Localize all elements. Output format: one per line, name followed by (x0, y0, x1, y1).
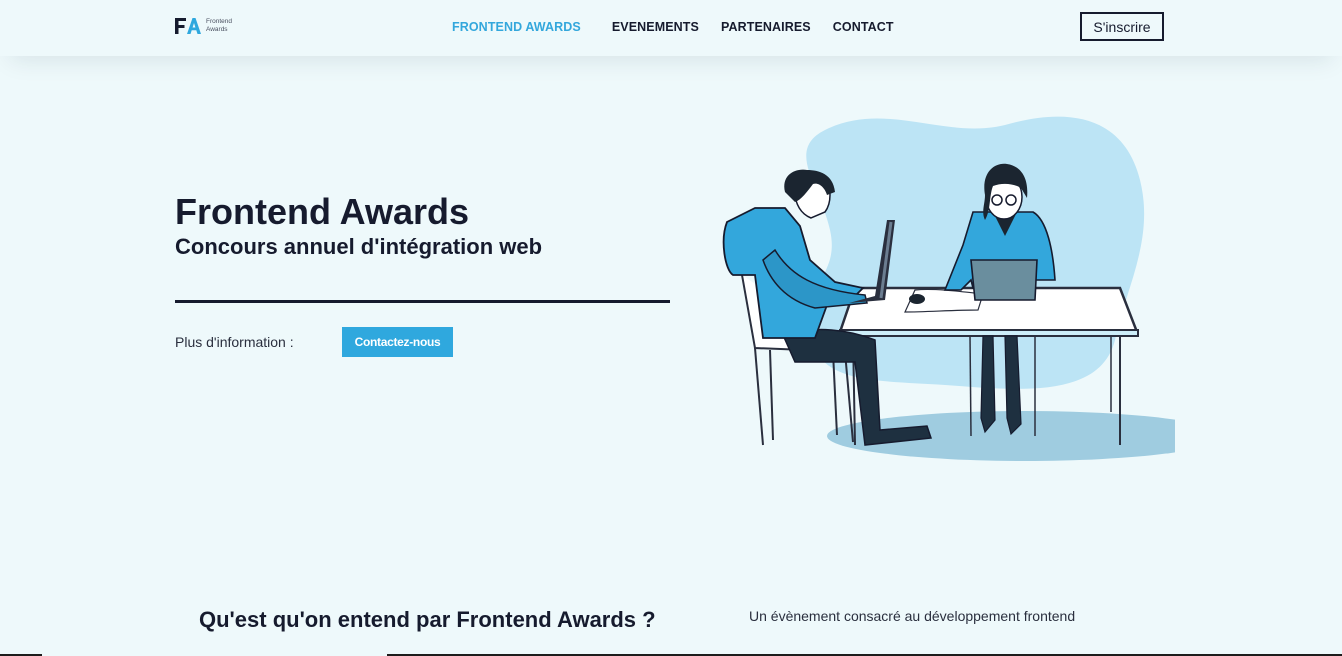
nav-item-frontend-awards[interactable]: FRONTEND AWARDS (452, 20, 581, 34)
info-label: Plus d'information : (175, 334, 294, 350)
nav-item-contact[interactable]: CONTACT (833, 20, 894, 34)
about-title: Qu'est qu'on entend par Frontend Awards … (199, 607, 656, 632)
mouse (909, 294, 925, 304)
nav-item-partenaires[interactable]: PARTENAIRES (721, 20, 811, 34)
hero-subtitle: Concours annuel d'intégration web (175, 234, 543, 259)
hero-divider (175, 300, 670, 303)
navbar: Frontend Awards FRONTEND AWARDS EVENEMEN… (0, 0, 1342, 56)
about-text: Un évènement consacré au développement f… (749, 608, 1076, 624)
logo[interactable]: Frontend Awards (174, 15, 232, 37)
woman-laptop (970, 259, 1038, 301)
logo-text-line2: Awards (206, 26, 228, 33)
nav-item-evenements[interactable]: EVENEMENTS (612, 20, 699, 34)
logo-text: Frontend Awards (206, 18, 232, 34)
logo-text-line1: Frontend (206, 18, 233, 25)
contact-button[interactable]: Contactez-nous (342, 327, 453, 357)
signup-button[interactable]: S'inscrire (1080, 12, 1164, 41)
hero-illustration (722, 116, 1175, 461)
hero-title: Frontend Awards (175, 191, 470, 232)
main-nav: FRONTEND AWARDS EVENEMENTS PARTENAIRES C… (452, 20, 894, 34)
logo-mark-icon (175, 18, 201, 34)
